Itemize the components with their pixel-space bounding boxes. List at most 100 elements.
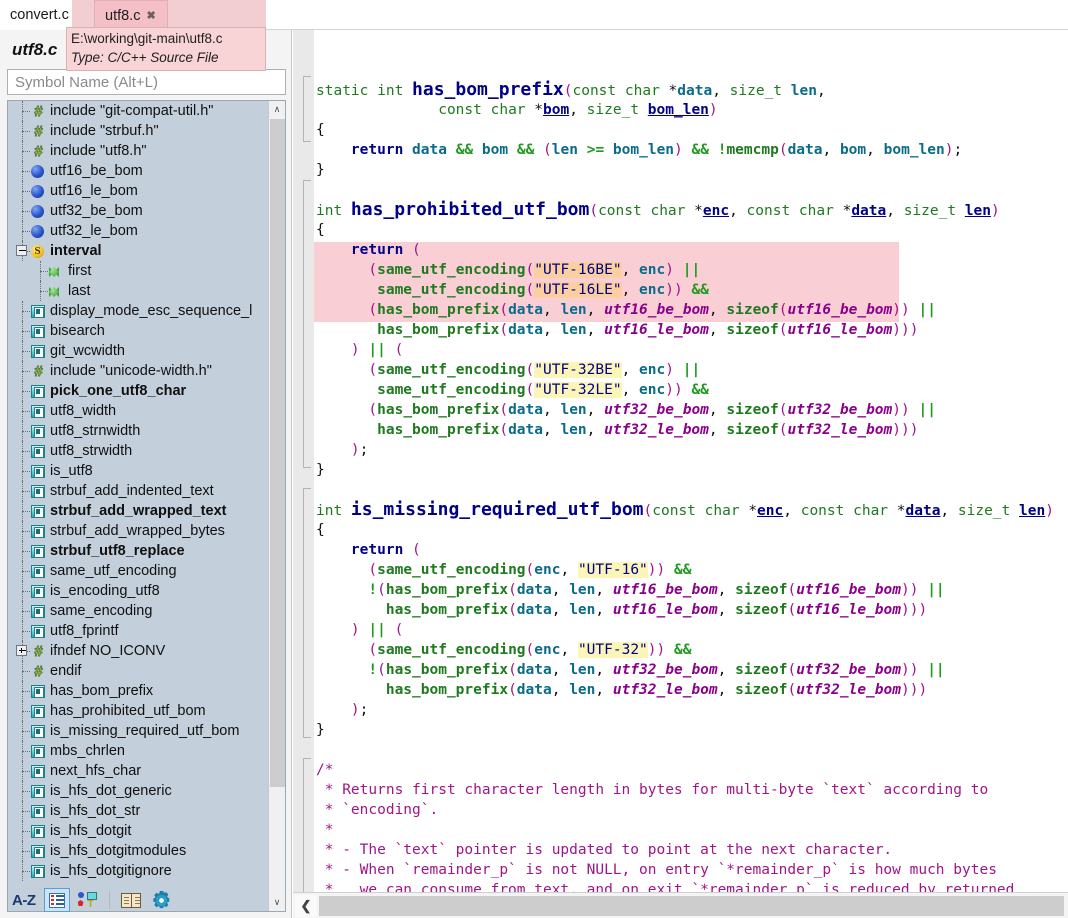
- tree-item-is-hfs-dot-generic[interactable]: is_hfs_dot_generic: [8, 781, 269, 801]
- fold-bracket[interactable]: [303, 76, 311, 142]
- tree-item-is-utf8[interactable]: is_utf8: [8, 461, 269, 481]
- code-folding-margin[interactable]: [293, 30, 314, 904]
- code-line: );: [350, 702, 369, 718]
- tree-item-utf32-be-bom[interactable]: utf32_be_bom: [8, 201, 269, 221]
- code-line: has_bom_prefix(data, len, utf32_le_bom, …: [385, 682, 928, 698]
- function-icon: [31, 525, 45, 538]
- tree-item-utf8-fprintf[interactable]: utf8_fprintf: [8, 621, 269, 641]
- tree-item-same-encoding[interactable]: same_encoding: [8, 601, 269, 621]
- code-line: (same_utf_encoding(enc, "UTF-32")) &&: [368, 642, 692, 658]
- function-icon: [31, 305, 45, 318]
- tree-elbow-line: [22, 511, 30, 512]
- expand-icon[interactable]: [16, 645, 27, 656]
- tree-item-ifndef-no-iconv[interactable]: # ifndef NO_ICONV: [8, 641, 269, 661]
- function-icon: [31, 765, 45, 778]
- code-line: int is_missing_required_utf_bom(const ch…: [316, 499, 1054, 520]
- code-line: !(has_bom_prefix(data, len, utf32_be_bom…: [368, 662, 945, 678]
- tree-elbow-line: [22, 231, 30, 232]
- tree-item-utf8-width[interactable]: utf8_width: [8, 401, 269, 421]
- code-line: }: [316, 162, 325, 178]
- scroll-up-icon[interactable]: ∧: [269, 101, 285, 118]
- diamond-icon: [49, 287, 59, 297]
- dictionary-button[interactable]: [118, 888, 144, 912]
- hash-icon: #: [34, 663, 43, 680]
- tree-item-utf16-be-bom[interactable]: utf16_be_bom: [8, 161, 269, 181]
- fold-bracket[interactable]: [303, 758, 311, 904]
- tree-item-bisearch[interactable]: bisearch: [8, 321, 269, 341]
- tree-item-pick-one-utf8-char[interactable]: pick_one_utf8_char: [8, 381, 269, 401]
- tree-elbow-line: [22, 571, 30, 572]
- tree-elbow-line: [22, 451, 30, 452]
- symbol-search-input[interactable]: Symbol Name (Alt+L): [7, 69, 286, 95]
- tree-item-last[interactable]: last: [8, 281, 269, 301]
- tree-elbow-line: [22, 371, 30, 372]
- tree-item-strbuf-utf8-replace[interactable]: strbuf_utf8_replace: [8, 541, 269, 561]
- diamond-icon: [49, 267, 59, 277]
- hash-icon: #: [34, 103, 43, 120]
- tree-item-is-encoding-utf8[interactable]: is_encoding_utf8: [8, 581, 269, 601]
- code-line: * we can consume from text, and on exit …: [316, 882, 1015, 892]
- tree-item-is-missing-required-utf-bom[interactable]: is_missing_required_utf_bom: [8, 721, 269, 741]
- gear-icon: [153, 890, 170, 909]
- tree-elbow-line: [22, 851, 30, 852]
- symbol-tree-scrollbar[interactable]: ∧ ∨: [268, 101, 285, 911]
- close-icon[interactable]: ✖: [146, 9, 155, 22]
- group-by-type-button[interactable]: T: [75, 888, 101, 912]
- horizontal-scrollbar-thumb[interactable]: [319, 896, 1064, 916]
- collapse-icon[interactable]: [16, 245, 27, 256]
- tree-item-endif[interactable]: # endif: [8, 661, 269, 681]
- tab-utf8-c[interactable]: utf8.c ✖: [94, 0, 168, 30]
- tree-item-next-hfs-char[interactable]: next_hfs_char: [8, 761, 269, 781]
- tree-item-strbuf-add-indented-text[interactable]: strbuf_add_indented_text: [8, 481, 269, 501]
- tree-item-git-wcwidth[interactable]: git_wcwidth: [8, 341, 269, 361]
- tree-item-first[interactable]: first: [8, 261, 269, 281]
- tree-item-include-unicode-width-h[interactable]: # include "unicode-width.h": [8, 361, 269, 381]
- tree-item-is-hfs-dotgit[interactable]: is_hfs_dotgit: [8, 821, 269, 841]
- tree-item-utf32-le-bom[interactable]: utf32_le_bom: [8, 221, 269, 241]
- tree-item-utf16-le-bom[interactable]: utf16_le_bom: [8, 181, 269, 201]
- symbol-tree[interactable]: # include "git-compat-util.h" # include "st…: [7, 100, 286, 912]
- settings-button[interactable]: [149, 888, 175, 912]
- tree-item-mbs-chrlen[interactable]: mbs_chrlen: [8, 741, 269, 761]
- tree-item-display-mode-esc-sequence-l[interactable]: display_mode_esc_sequence_l: [8, 301, 269, 321]
- tree-item-include-git-compat-util-h[interactable]: # include "git-compat-util.h": [8, 101, 269, 121]
- scroll-left-icon[interactable]: ❮: [295, 895, 317, 917]
- tree-item-interval[interactable]: Sinterval: [8, 241, 269, 261]
- tree-item-label: is_utf8: [50, 463, 93, 479]
- sort-alphabetical-button[interactable]: A-Z: [9, 892, 39, 909]
- code-line: ) || (: [350, 622, 404, 638]
- code-line: (has_bom_prefix(data, len, utf16_be_bom,…: [368, 302, 936, 318]
- function-icon: [31, 505, 45, 518]
- function-icon: [31, 845, 45, 858]
- fold-bracket[interactable]: [303, 488, 311, 738]
- tree-item-is-hfs-dotgitignore[interactable]: is_hfs_dotgitignore: [8, 861, 269, 881]
- function-icon: [31, 625, 45, 638]
- code-text[interactable]: static int has_bom_prefix(const char *da…: [314, 30, 1068, 892]
- tree-elbow-line: [22, 831, 30, 832]
- tree-item-has-bom-prefix[interactable]: has_bom_prefix: [8, 681, 269, 701]
- tree-item-include-utf8-h[interactable]: # include "utf8.h": [8, 141, 269, 161]
- flat-list-view-button[interactable]: [43, 888, 70, 912]
- tree-item-utf8-strwidth[interactable]: utf8_strwidth: [8, 441, 269, 461]
- tree-item-include-strbuf-h[interactable]: # include "strbuf.h": [8, 121, 269, 141]
- tree-elbow-line: [22, 551, 30, 552]
- code-line: has_bom_prefix(data, len, utf16_le_bom, …: [377, 322, 919, 338]
- tab-convert-c[interactable]: convert.c: [0, 0, 72, 30]
- editor-horizontal-scrollbar[interactable]: ❮: [293, 892, 1068, 918]
- code-line: (same_utf_encoding("UTF-16BE", enc) ||: [368, 262, 701, 278]
- file-header-label: utf8.c: [12, 40, 58, 59]
- tree-item-utf8-strnwidth[interactable]: utf8_strnwidth: [8, 421, 269, 441]
- fold-bracket[interactable]: [303, 180, 311, 468]
- tree-elbow-line: [22, 811, 30, 812]
- code-editor-pane[interactable]: static int has_bom_prefix(const char *da…: [293, 30, 1068, 918]
- tree-item-is-hfs-dot-str[interactable]: is_hfs_dot_str: [8, 801, 269, 821]
- tree-elbow-line: [22, 151, 30, 152]
- tree-item-strbuf-add-wrapped-bytes[interactable]: strbuf_add_wrapped_bytes: [8, 521, 269, 541]
- tree-item-same-utf-encoding[interactable]: same_utf_encoding: [8, 561, 269, 581]
- code-line: same_utf_encoding("UTF-16LE", enc)) &&: [377, 282, 709, 298]
- tree-item-is-hfs-dotgitmodules[interactable]: is_hfs_dotgitmodules: [8, 841, 269, 861]
- tree-item-has-prohibited-utf-bom[interactable]: has_prohibited_utf_bom: [8, 701, 269, 721]
- tree-item-strbuf-add-wrapped-text[interactable]: strbuf_add_wrapped_text: [8, 501, 269, 521]
- scrollbar-thumb[interactable]: [270, 119, 285, 787]
